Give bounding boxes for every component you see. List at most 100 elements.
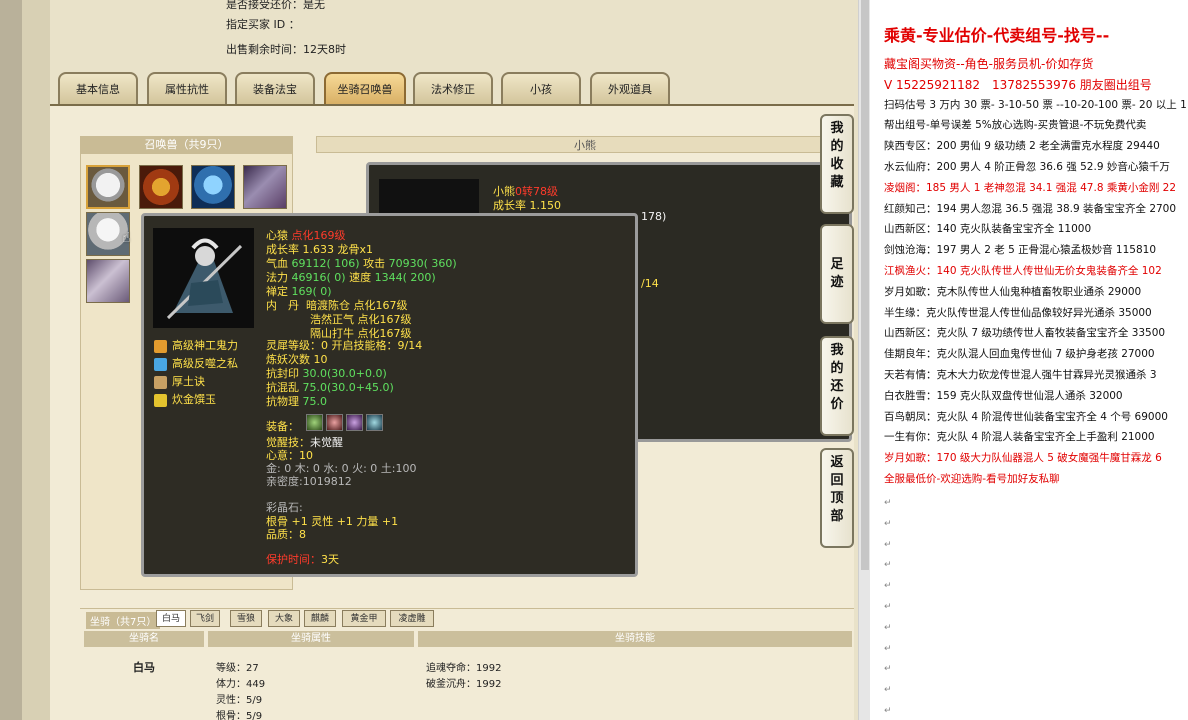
ad-line: 半生缘：克火队传世混人传世仙品像较好异光通杀 35000 <box>884 306 1152 319</box>
mount-attr-spirit: 灵性：5/9 <box>216 695 263 706</box>
paragraph-mark-icon: ↵ <box>884 622 892 633</box>
paragraph-mark-icon: ↵ <box>884 664 892 675</box>
lingxi-value: 0 开启技能格：9/14 <box>321 339 423 352</box>
scrollbar-thumb[interactable] <box>861 0 869 570</box>
xiao-partial-stat: 178) <box>641 210 667 223</box>
mount-col-attrs: 坐骑属性 <box>208 631 414 647</box>
summon-icon-bear[interactable] <box>86 165 130 209</box>
mount-tab-6[interactable]: 黄金甲 <box>342 610 386 627</box>
ad-line: 剑蚀沧海：197 男人 2 老 5 正骨混心猿孟极妙音 115810 <box>884 244 1157 257</box>
hand-cursor-icon: ☝ <box>122 230 131 246</box>
skill-3-icon <box>154 375 167 389</box>
summon-icon-blue[interactable] <box>191 165 235 209</box>
mount-tab-3[interactable]: 雪狼 <box>230 610 262 627</box>
mount-attr-level: 等级：27 <box>216 663 259 674</box>
neidan-label: 内 丹 <box>266 299 299 312</box>
my-counter-offers-button[interactable]: 我的还价 <box>820 336 854 436</box>
ad-line: 佳期良年：克火队混人回血鬼传世仙 7 级护身老孩 27000 <box>884 348 1155 361</box>
skill-1-label: 高级神工鬼力 <box>172 339 238 352</box>
skill-row-1: 高级神工鬼力 <box>154 337 238 353</box>
ad-line: 白衣胜雪：159 克火队双盘传世仙混人通杀 32000 <box>884 389 1123 402</box>
skill-row-3: 厚土诀 <box>154 373 205 389</box>
ad-line: 山西新区：140 克火队装备宝宝齐全 11000 <box>884 223 1092 236</box>
mount-section-title: 坐骑（共7只） <box>86 612 161 629</box>
tab-mounts-summons[interactable]: 坐骑召唤兽 <box>324 72 406 104</box>
paragraph-mark-icon: ↵ <box>884 602 892 612</box>
mount-skill-2: 破釜沉舟：1992 <box>426 679 502 690</box>
ad-line: 藏宝阁买物资--角色-服务员机-价如存货 <box>884 57 1094 71</box>
summon-detail-popup: 心猿 点化169级 成长率 1.633 龙骨x1 气血 69112( 106) … <box>141 213 638 577</box>
ad-heading: 乘黄-专业估价-代卖组号-找号-- <box>884 26 1110 45</box>
xiao-growth: 成长率 1.150 <box>493 199 561 212</box>
resist-physical-row: 抗物理 75.0 <box>266 393 327 409</box>
footprint-button[interactable]: 足迹 <box>820 224 854 324</box>
tab-children[interactable]: 小孩 <box>501 72 581 104</box>
tab-spell-correction[interactable]: 法术修正 <box>413 72 493 104</box>
my-counter-offers-label: 我的还价 <box>830 343 844 412</box>
remaining-time-row: 出售剩余时间：12天8时 <box>226 41 346 57</box>
equip-slot-3-icon[interactable] <box>346 414 363 431</box>
skill-2-label: 高级反噬之私 <box>172 357 238 370</box>
back-to-top-label: 返回顶部 <box>830 455 844 524</box>
ad-line: 一生有你：克火队 4 阶混人装备宝宝齐全上手盈利 21000 <box>884 431 1155 444</box>
resist-physical-label: 抗物理 <box>266 395 299 408</box>
accept-counter-offer-row: 是否接受还价：是无 <box>226 0 325 12</box>
paragraph-mark-icon: ↵ <box>884 706 892 716</box>
equip-label: 装备： <box>266 420 299 433</box>
accept-counter-offer-label: 是否接受还价： <box>226 0 303 11</box>
paragraph-mark-icon: ↵ <box>884 685 892 696</box>
summon-list-title: 召唤兽（共9只） <box>80 136 293 153</box>
tab-appearance[interactable]: 外观道具 <box>590 72 670 104</box>
tab-equipment[interactable]: 装备法宝 <box>235 72 315 104</box>
my-favorites-label: 我的收藏 <box>830 121 844 190</box>
equip-slot-4-icon[interactable] <box>366 414 383 431</box>
xiao-partial-skill: /14 <box>641 277 659 290</box>
my-favorites-button[interactable]: 我的收藏 <box>820 114 854 214</box>
paragraph-mark-icon: ↵ <box>884 643 892 654</box>
spd-value: 1344( 200) <box>374 271 436 284</box>
mount-skill-1: 追魂夺命：1992 <box>426 663 502 674</box>
monkey-warrior-icon <box>166 238 243 320</box>
remaining-time-value: 12天8时 <box>303 43 346 56</box>
mount-tab-5[interactable]: 麒麟 <box>304 610 336 627</box>
tab-attributes[interactable]: 属性抗性 <box>147 72 227 104</box>
remaining-time-label: 出售剩余时间： <box>226 43 303 56</box>
xiao-panel-title: 小熊 <box>316 136 854 153</box>
quality: 品质：8 <box>266 528 306 541</box>
summon-icon-purple[interactable] <box>243 165 287 209</box>
mount-name: 白马 <box>133 661 155 674</box>
back-to-top-button[interactable]: 返回顶部 <box>820 448 854 548</box>
skill-row-4: 炊金馔玉 <box>154 391 216 407</box>
ad-line: 全服最低价-欢迎选购-看号加好友私聊 <box>884 473 1060 485</box>
skill-4-label: 炊金馔玉 <box>172 393 216 406</box>
protect-label: 保护时间： <box>266 553 321 566</box>
intimacy: 亲密度:1019812 <box>266 475 352 488</box>
ad-line: 天若有情：克木大力砍龙传世混人强牛甘霖异光灵猴通杀 3 <box>884 369 1157 381</box>
designated-buyer-label: 指定买家 ID ： <box>226 18 300 31</box>
summon-icon-white-beast[interactable] <box>86 259 130 303</box>
paragraph-mark-icon: ↵ <box>884 581 892 592</box>
left-border <box>0 0 22 720</box>
mount-tab-7[interactable]: 凌虚雕 <box>390 610 434 627</box>
tab-basic-info[interactable]: 基本信息 <box>58 72 138 104</box>
equip-slot-1-icon[interactable] <box>306 414 323 431</box>
summon-portrait <box>153 228 254 328</box>
skill-4-icon <box>154 393 167 407</box>
protect-value: 3天 <box>321 553 339 566</box>
ad-line: 岁月如歌：克木队传世人仙鬼种植畜牧职业通杀 29000 <box>884 285 1142 298</box>
summon-icon-lion[interactable] <box>139 165 183 209</box>
skill-row-2: 高级反噬之私 <box>154 355 238 371</box>
accept-counter-offer-value: 是无 <box>303 0 325 11</box>
ad-line: 水云仙府：200 男人 4 阶正骨忽 36.6 强 52.9 妙音心猿千万 <box>884 161 1170 173</box>
awaken-value: 未觉醒 <box>310 436 343 449</box>
ad-line: 凌烟阁：185 男人 1 老神忽混 34.1 强混 47.8 乘黄小金刚 22 <box>884 181 1177 194</box>
ad-line: 陕西专区：200 男仙 9 级功绩 2 老全满雷克水程度 29440 <box>884 140 1160 153</box>
equip-slot-2-icon[interactable] <box>326 414 343 431</box>
ad-line: V 15225921182 13782553976 朋友圈出组号 <box>884 77 1152 92</box>
mount-col-skills: 坐骑技能 <box>418 631 852 647</box>
skill-2-icon <box>154 357 167 371</box>
mount-tab-4[interactable]: 大象 <box>268 610 300 627</box>
skill-1-icon <box>154 339 167 353</box>
mount-tab-1[interactable]: 白马 <box>156 610 186 627</box>
mount-tab-2[interactable]: 飞剑 <box>190 610 220 627</box>
